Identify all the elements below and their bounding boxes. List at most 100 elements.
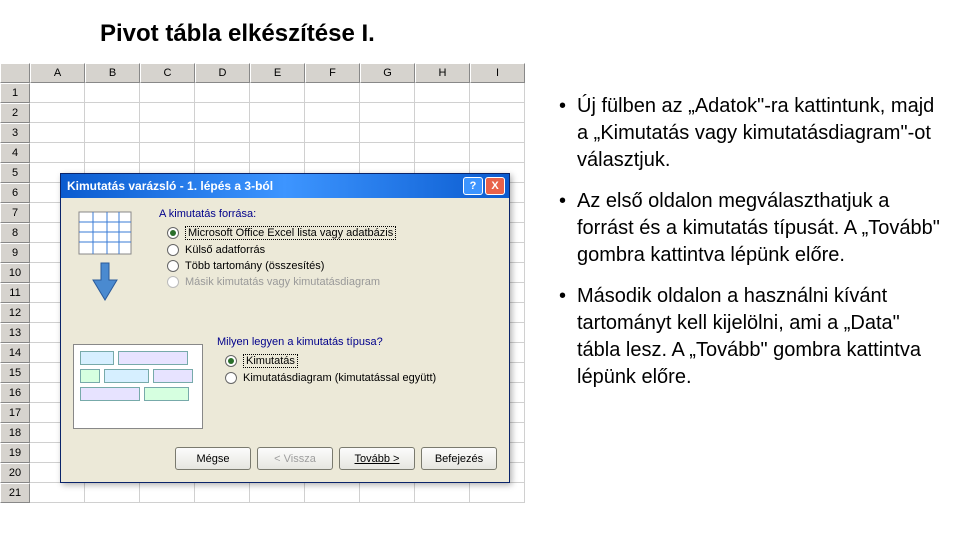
row-header[interactable]: 18 xyxy=(0,423,30,443)
column-header[interactable]: D xyxy=(195,63,250,83)
dialog-titlebar[interactable]: Kimutatás varázsló - 1. lépés a 3-ból ? … xyxy=(61,174,509,198)
radio-icon[interactable] xyxy=(225,372,237,384)
column-header[interactable]: I xyxy=(470,63,525,83)
source-option[interactable]: Több tartomány (összesítés) xyxy=(167,260,497,272)
cell[interactable] xyxy=(305,123,360,143)
cell[interactable] xyxy=(250,83,305,103)
cell[interactable] xyxy=(250,123,305,143)
cell[interactable] xyxy=(360,83,415,103)
cell[interactable] xyxy=(85,83,140,103)
cell[interactable] xyxy=(470,143,525,163)
instruction-notes: Új fülben az „Adatok"-ra kattintunk, maj… xyxy=(555,93,945,503)
source-option[interactable]: Microsoft Office Excel lista vagy adatbá… xyxy=(167,226,497,240)
help-button[interactable]: ? xyxy=(463,177,483,195)
cell[interactable] xyxy=(195,83,250,103)
row-header[interactable]: 13 xyxy=(0,323,30,343)
next-button[interactable]: Tovább > xyxy=(339,447,415,470)
row-header[interactable]: 11 xyxy=(0,283,30,303)
column-header[interactable]: H xyxy=(415,63,470,83)
cell[interactable] xyxy=(85,103,140,123)
row-header[interactable]: 2 xyxy=(0,103,30,123)
column-header[interactable]: G xyxy=(360,63,415,83)
row-header[interactable]: 4 xyxy=(0,143,30,163)
cell[interactable] xyxy=(415,483,470,503)
type-option[interactable]: Kimutatás xyxy=(225,354,497,368)
cell[interactable] xyxy=(305,483,360,503)
source-option-label: Microsoft Office Excel lista vagy adatbá… xyxy=(185,226,396,240)
cell[interactable] xyxy=(195,483,250,503)
spreadsheet: ABCDEFGHI 123456789101112131415161718192… xyxy=(0,63,525,503)
cell[interactable] xyxy=(195,143,250,163)
finish-button[interactable]: Befejezés xyxy=(421,447,497,470)
cell[interactable] xyxy=(140,483,195,503)
cell[interactable] xyxy=(305,83,360,103)
row-header[interactable]: 20 xyxy=(0,463,30,483)
cell[interactable] xyxy=(30,83,85,103)
cell[interactable] xyxy=(360,483,415,503)
cell[interactable] xyxy=(415,123,470,143)
cell[interactable] xyxy=(360,143,415,163)
cell[interactable] xyxy=(250,483,305,503)
cell[interactable] xyxy=(415,103,470,123)
cell[interactable] xyxy=(470,83,525,103)
cell[interactable] xyxy=(360,103,415,123)
cell[interactable] xyxy=(250,103,305,123)
cell[interactable] xyxy=(140,123,195,143)
radio-icon[interactable] xyxy=(167,260,179,272)
cell[interactable] xyxy=(30,483,85,503)
row-header[interactable]: 6 xyxy=(0,183,30,203)
type-radio-group: Kimutatás Kimutatásdiagram (kimutatással … xyxy=(225,354,497,384)
cell[interactable] xyxy=(85,483,140,503)
radio-icon[interactable] xyxy=(225,355,237,367)
row-header[interactable]: 12 xyxy=(0,303,30,323)
select-all-corner[interactable] xyxy=(0,63,30,83)
row-header[interactable]: 3 xyxy=(0,123,30,143)
row-header[interactable]: 21 xyxy=(0,483,30,503)
cell[interactable] xyxy=(305,103,360,123)
source-option[interactable]: Külső adatforrás xyxy=(167,244,497,256)
note-item-2: Az első oldalon megválaszthatjuk a forrá… xyxy=(555,188,945,269)
column-header[interactable]: E xyxy=(250,63,305,83)
cell[interactable] xyxy=(195,103,250,123)
radio-icon[interactable] xyxy=(167,227,179,239)
row-header[interactable]: 5 xyxy=(0,163,30,183)
column-header[interactable]: A xyxy=(30,63,85,83)
cell[interactable] xyxy=(140,143,195,163)
column-header[interactable]: F xyxy=(305,63,360,83)
close-button[interactable]: X xyxy=(485,177,505,195)
source-option-label: Több tartomány (összesítés) xyxy=(185,260,324,272)
row-header[interactable]: 7 xyxy=(0,203,30,223)
cell[interactable] xyxy=(85,143,140,163)
cell[interactable] xyxy=(360,123,415,143)
column-header[interactable]: C xyxy=(140,63,195,83)
cell[interactable] xyxy=(140,103,195,123)
radio-icon[interactable] xyxy=(167,244,179,256)
cell[interactable] xyxy=(30,143,85,163)
cell[interactable] xyxy=(305,143,360,163)
source-option: Másik kimutatás vagy kimutatásdiagram xyxy=(167,276,497,288)
cell[interactable] xyxy=(30,103,85,123)
cell[interactable] xyxy=(30,123,85,143)
row-header[interactable]: 10 xyxy=(0,263,30,283)
column-header[interactable]: B xyxy=(85,63,140,83)
cell[interactable] xyxy=(470,103,525,123)
cell[interactable] xyxy=(415,143,470,163)
cell[interactable] xyxy=(470,123,525,143)
row-header[interactable]: 8 xyxy=(0,223,30,243)
row-header[interactable]: 1 xyxy=(0,83,30,103)
row-header[interactable]: 14 xyxy=(0,343,30,363)
dialog-button-row: Mégse < Vissza Tovább > Befejezés xyxy=(73,447,497,470)
cell[interactable] xyxy=(85,123,140,143)
row-header[interactable]: 17 xyxy=(0,403,30,423)
cell[interactable] xyxy=(415,83,470,103)
cell[interactable] xyxy=(140,83,195,103)
row-header[interactable]: 16 xyxy=(0,383,30,403)
row-header[interactable]: 19 xyxy=(0,443,30,463)
cell[interactable] xyxy=(250,143,305,163)
cell[interactable] xyxy=(195,123,250,143)
row-header[interactable]: 9 xyxy=(0,243,30,263)
type-option[interactable]: Kimutatásdiagram (kimutatással együtt) xyxy=(225,372,497,384)
cancel-button[interactable]: Mégse xyxy=(175,447,251,470)
cell[interactable] xyxy=(470,483,525,503)
row-header[interactable]: 15 xyxy=(0,363,30,383)
